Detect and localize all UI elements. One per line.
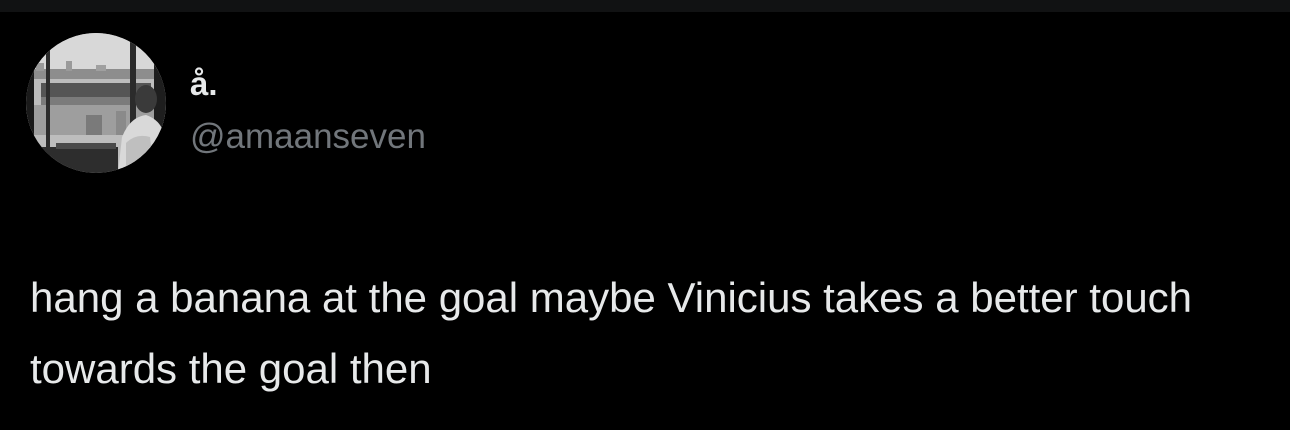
top-strip xyxy=(0,0,1290,12)
tweet-text: hang a banana at the goal maybe Vinicius… xyxy=(30,274,1193,392)
tweet-card: å. @amaanseven hang a banana at the goal… xyxy=(0,12,1290,430)
display-name[interactable]: å. xyxy=(190,64,218,104)
avatar[interactable] xyxy=(26,33,166,173)
profile-photo-icon xyxy=(26,33,166,173)
user-handle[interactable]: @amaanseven xyxy=(190,116,426,158)
